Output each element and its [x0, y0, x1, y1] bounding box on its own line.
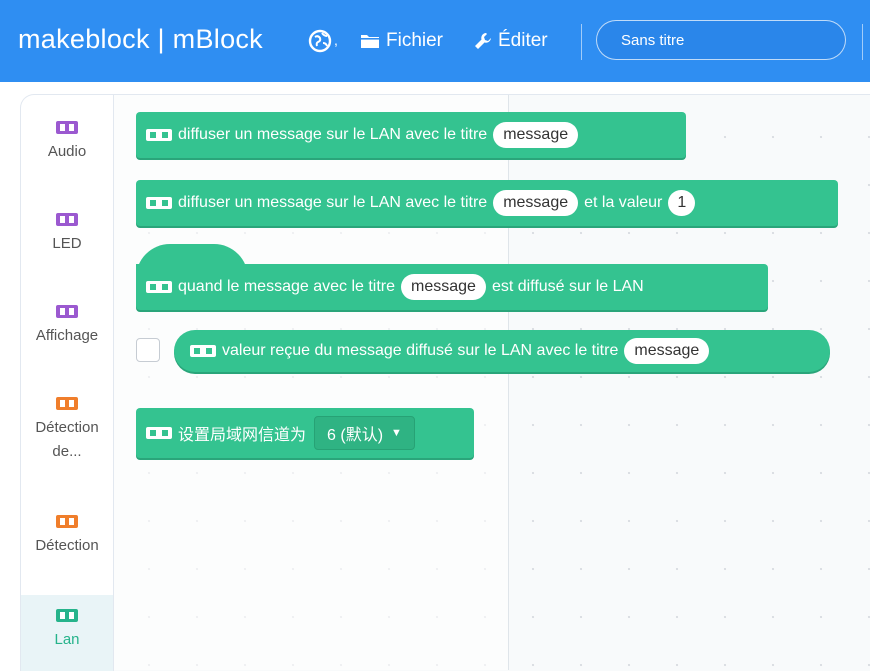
- block-text: diffuser un message sur le LAN avec le t…: [178, 126, 488, 143]
- block-text-2: et la valeur: [584, 194, 663, 211]
- category-label: Lan: [54, 631, 80, 648]
- category-label-line1: Détection: [35, 419, 99, 436]
- category-audio[interactable]: Audio: [21, 121, 113, 164]
- app-brand: makeblock | mBlock: [18, 24, 263, 54]
- globe-icon[interactable]: [308, 29, 332, 53]
- edit-menu-label: Éditer: [498, 30, 548, 51]
- block-received-message-value[interactable]: valeur reçue du message diffusé sur le L…: [174, 330, 830, 372]
- block-set-lan-channel[interactable]: 设置局域网信道为 6 (默认) ▼: [136, 408, 474, 458]
- message-title-input[interactable]: message: [401, 274, 486, 300]
- category-lan[interactable]: Lan: [21, 595, 113, 671]
- led-category-icon: [56, 213, 78, 226]
- message-title-input[interactable]: message: [493, 122, 579, 148]
- sensing-category-icon: [56, 515, 78, 528]
- category-label: Détection: [35, 537, 99, 554]
- category-label: Audio: [47, 143, 87, 160]
- block-broadcast-message[interactable]: diffuser un message sur le LAN avec le t…: [136, 112, 686, 158]
- message-title-input[interactable]: message: [493, 190, 579, 216]
- category-detection[interactable]: Détection: [21, 515, 113, 558]
- block-text: diffuser un message sur le LAN avec le t…: [178, 194, 488, 211]
- block-text: 设置局域网信道为: [178, 427, 307, 444]
- block-broadcast-message-value[interactable]: diffuser un message sur le LAN avec le t…: [136, 180, 838, 226]
- project-title-input[interactable]: [596, 20, 846, 60]
- block-text: valeur reçue du message diffusé sur le L…: [222, 342, 619, 359]
- channel-dropdown[interactable]: 6 (默认) ▼: [314, 416, 415, 450]
- menu-divider: [581, 24, 582, 60]
- category-label-line2: de...: [52, 443, 82, 460]
- block-text-2: est diffusé sur le LAN: [491, 278, 644, 295]
- category-sidebar: Audio LED Affichage Détection de... Déte…: [20, 94, 114, 671]
- channel-dropdown-value: 6 (默认): [327, 427, 384, 444]
- display-category-icon: [56, 305, 78, 318]
- top-menu-bar: makeblock | mBlock , Fichier Éditer: [0, 0, 870, 82]
- edit-menu-button[interactable]: Éditer: [474, 30, 548, 52]
- category-led[interactable]: LED: [21, 213, 113, 256]
- block-when-message-received[interactable]: quand le message avec le titre message e…: [136, 264, 768, 310]
- lan-block-icon: [146, 129, 172, 141]
- category-affichage[interactable]: Affichage: [21, 305, 113, 348]
- folder-icon: [361, 35, 379, 48]
- category-label: Affichage: [35, 327, 99, 344]
- lan-category-icon: [56, 609, 78, 622]
- lan-block-icon: [146, 427, 172, 439]
- chevron-down-icon: ▼: [391, 427, 402, 439]
- audio-category-icon: [56, 121, 78, 134]
- monitor-checkbox[interactable]: [136, 338, 160, 362]
- wrench-icon: [475, 33, 491, 49]
- language-dropdown-indicator: ,: [334, 32, 338, 48]
- block-text: quand le message avec le titre: [178, 278, 396, 295]
- category-detection-de[interactable]: Détection de...: [21, 397, 113, 464]
- file-menu-label: Fichier: [386, 30, 444, 51]
- file-menu-button[interactable]: Fichier: [360, 30, 443, 52]
- sensing-category-icon: [56, 397, 78, 410]
- lan-block-icon: [146, 197, 172, 209]
- lan-block-icon: [190, 345, 216, 357]
- message-value-input[interactable]: 1: [668, 190, 696, 216]
- lan-block-icon: [146, 281, 172, 293]
- category-label: LED: [52, 235, 82, 252]
- menu-divider: [862, 24, 863, 60]
- message-title-input[interactable]: message: [624, 338, 710, 364]
